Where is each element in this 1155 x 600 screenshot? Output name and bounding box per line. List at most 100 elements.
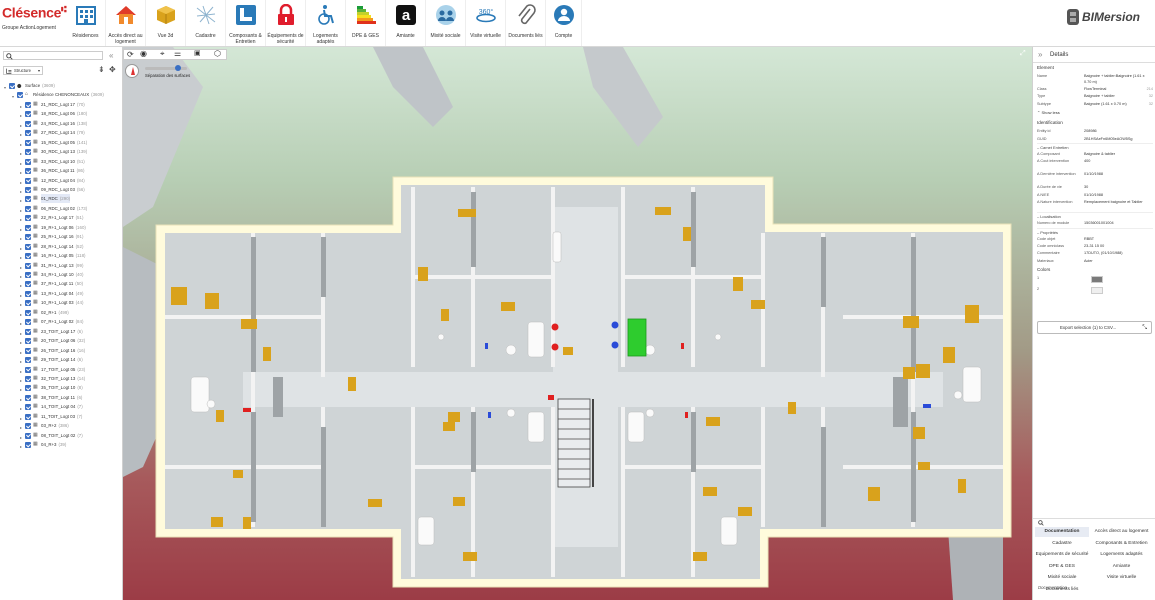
tree-checkbox[interactable] — [25, 290, 31, 297]
localisation-header[interactable]: – Localisation — [1037, 212, 1153, 219]
compass-icon[interactable] — [125, 64, 139, 78]
tree-checkbox[interactable] — [25, 309, 31, 316]
tree-checkbox[interactable] — [25, 120, 31, 127]
tree-item[interactable]: ▸ ▦ 20_TOIT_Logt 06 (32) — [0, 336, 123, 345]
search-box[interactable] — [3, 51, 103, 60]
tree-checkbox[interactable] — [25, 385, 31, 392]
tree-item[interactable]: ▸ ▦ 03_R+2 (386) — [0, 421, 123, 430]
show-less-link[interactable]: ⌃ Show less — [1037, 110, 1060, 115]
tree-checkbox[interactable] — [25, 413, 31, 420]
separation-slider-knob[interactable] — [175, 65, 181, 71]
tree-checkbox[interactable] — [25, 186, 31, 193]
tree-checkbox[interactable] — [25, 139, 31, 146]
tree-checkbox[interactable] — [25, 234, 31, 241]
tree-item[interactable]: ▸ ▦ 30_RDC_Logt 13 (139) — [0, 147, 123, 156]
tree-checkbox[interactable] — [25, 243, 31, 250]
tree-item[interactable]: ▸ ▦ 25_R+1_Logt 16 (91) — [0, 232, 123, 241]
tree-item[interactable]: ▸ ▦ 16_R+1_Logt 05 (118) — [0, 251, 123, 260]
tree-checkbox[interactable] — [25, 375, 31, 382]
tree-checkbox[interactable] — [9, 83, 15, 89]
tree-checkbox[interactable] — [25, 196, 31, 203]
doc-tab[interactable]: Cadastre — [1035, 539, 1089, 549]
doc-tab[interactable]: DPE & GES — [1035, 562, 1089, 572]
tree-item[interactable]: ▸ ▦ 04_R+3 (39) — [0, 440, 123, 449]
tb-securite-button[interactable]: Équipements de sécurité — [266, 0, 306, 46]
tree-item[interactable]: ▾ ⬤ Surface (3609) — [0, 81, 123, 90]
move-icon[interactable]: ✥ — [109, 65, 116, 74]
fullscreen-icon[interactable]: ⤢ — [1020, 50, 1026, 58]
tree-checkbox[interactable] — [25, 272, 31, 278]
tb-cadastre-button[interactable]: Cadastre — [186, 0, 226, 46]
tb-acces-direct-button[interactable]: Accès direct au logement — [106, 0, 146, 46]
sort-icon[interactable]: ⇟ — [98, 65, 105, 74]
tree-item[interactable]: ▸ ▦ 12_RDC_Logt 04 (84) — [0, 176, 123, 185]
tree-checkbox[interactable] — [25, 262, 31, 269]
tb-dpe-button[interactable]: DPE & GES — [346, 0, 386, 46]
tree-item[interactable]: ▸ ▦ 01_RDC (290) — [0, 194, 123, 204]
doc-tab[interactable]: Logements adaptés — [1089, 550, 1154, 560]
tree-expand-icon[interactable]: ▸ — [20, 442, 22, 451]
tb-composants-button[interactable]: Composants & Entretien — [226, 0, 266, 46]
structure-select[interactable]: Structure ▾ — [3, 66, 43, 75]
tree-item[interactable]: ▸ ▦ 38_TOIT_Logt 11 (6) — [0, 393, 123, 402]
separation-slider[interactable] — [145, 65, 187, 71]
tree-checkbox[interactable] — [25, 423, 31, 430]
tree-checkbox[interactable] — [25, 224, 31, 231]
tree-checkbox[interactable] — [25, 101, 31, 108]
tree-checkbox[interactable] — [25, 253, 31, 260]
tree-item[interactable]: ▸ ▦ 02_R+1 (499) — [0, 308, 123, 317]
doc-tab[interactable]: Amiante — [1089, 562, 1154, 572]
tree-checkbox[interactable] — [25, 149, 31, 156]
tree-item[interactable]: ▸ ▦ 32_TOIT_Logt 13 (14) — [0, 374, 123, 383]
tree-item[interactable]: ▸ ▦ 14_TOIT_Logt 04 (7) — [0, 402, 123, 411]
tb-documents-button[interactable]: Documents liés — [506, 0, 546, 46]
tree-item[interactable]: ▸ ▦ 21_RDC_Logt 17 (70) — [0, 100, 123, 109]
tree-checkbox[interactable] — [25, 177, 31, 184]
tree-item[interactable]: ▸ ▦ 07_R+1_Logt 02 (84) — [0, 317, 123, 326]
collapse-panel-icon[interactable]: « — [109, 51, 113, 60]
doc-tab[interactable]: Visite virtuelle — [1089, 573, 1154, 583]
tree-checkbox[interactable] — [25, 404, 31, 411]
target-icon[interactable]: ⌖ — [160, 49, 165, 59]
tree-item[interactable]: ▸ ▦ 11_TOIT_Logt 03 (7) — [0, 412, 123, 421]
tree-item[interactable]: ▸ ▦ 28_R+1_Logt 14 (52) — [0, 242, 123, 251]
floor-plan-3d[interactable] — [123, 47, 1032, 600]
tree-item[interactable]: ▸ ▦ 15_RDC_Logt 05 (141) — [0, 138, 123, 147]
selected-bathtub[interactable] — [627, 318, 647, 357]
tb-compte-button[interactable]: Compte — [546, 0, 582, 46]
tree-item[interactable]: ▸ ▦ 10_R+1_Logt 03 (44) — [0, 298, 123, 307]
tb-visite-button[interactable]: 360° Visite virtuelle — [466, 0, 506, 46]
tree-item[interactable]: ▸ ▦ 34_R+1_Logt 10 (40) — [0, 270, 123, 279]
tree-item[interactable]: ▸ ▦ 35_TOIT_Logt 10 (8) — [0, 383, 123, 392]
sliders-icon[interactable]: ⚌ — [174, 49, 181, 58]
doc-tab[interactable]: Mixité sociale — [1035, 573, 1089, 583]
tree-item[interactable]: ▸ ▦ 09_RDC_Logt 03 (56) — [0, 185, 123, 194]
tree-checkbox[interactable] — [25, 281, 31, 288]
doc-tab[interactable]: Composants & Entretien — [1089, 539, 1154, 549]
tree-item[interactable]: ▸ ▦ 22_R+1_Logt 17 (51) — [0, 213, 123, 222]
carnet-entretien-header[interactable]: – Carnet Entretien — [1037, 143, 1153, 150]
tree-item[interactable]: ▸ ▦ 36_RDC_Logt 11 (86) — [0, 166, 123, 175]
doc-tab[interactable]: Documentation — [1035, 527, 1089, 537]
tree-checkbox[interactable] — [25, 300, 31, 307]
tree-checkbox[interactable] — [25, 215, 31, 222]
export-csv-button[interactable]: Export selection (1) to CSV... ⤡ — [1037, 321, 1152, 334]
tree-checkbox[interactable] — [25, 347, 31, 354]
tb-residences-button[interactable]: Résidences — [66, 0, 106, 46]
tree-item[interactable]: ▸ ▦ 06_RDC_Logt 02 (173) — [0, 204, 123, 213]
bottom-search[interactable] — [1033, 518, 1155, 526]
expand-panel-icon[interactable]: » — [1038, 50, 1042, 59]
tree-checkbox[interactable] — [25, 366, 31, 373]
tree-item[interactable]: ▸ ▦ 31_R+1_Logt 13 (99) — [0, 261, 123, 270]
tree-checkbox[interactable] — [25, 357, 31, 364]
proprietes-header[interactable]: – Propriétés — [1037, 227, 1153, 235]
doc-tab[interactable]: Equipements de sécurité — [1035, 550, 1089, 560]
tree-checkbox[interactable] — [25, 442, 31, 449]
tree-item[interactable]: ▸ ▦ 17_TOIT_Logt 05 (23) — [0, 365, 123, 374]
tb-vue3d-button[interactable]: Vue 3d — [146, 0, 186, 46]
tree-checkbox[interactable] — [25, 111, 31, 118]
tb-logements-adaptes-button[interactable]: Logements adaptés — [306, 0, 346, 46]
rotate-icon[interactable]: ⟳ — [127, 50, 134, 59]
tree-item[interactable]: ▾ ⌂ Résidence CHENONCEAUX (3609) — [0, 90, 123, 99]
tree-checkbox[interactable] — [25, 168, 31, 175]
